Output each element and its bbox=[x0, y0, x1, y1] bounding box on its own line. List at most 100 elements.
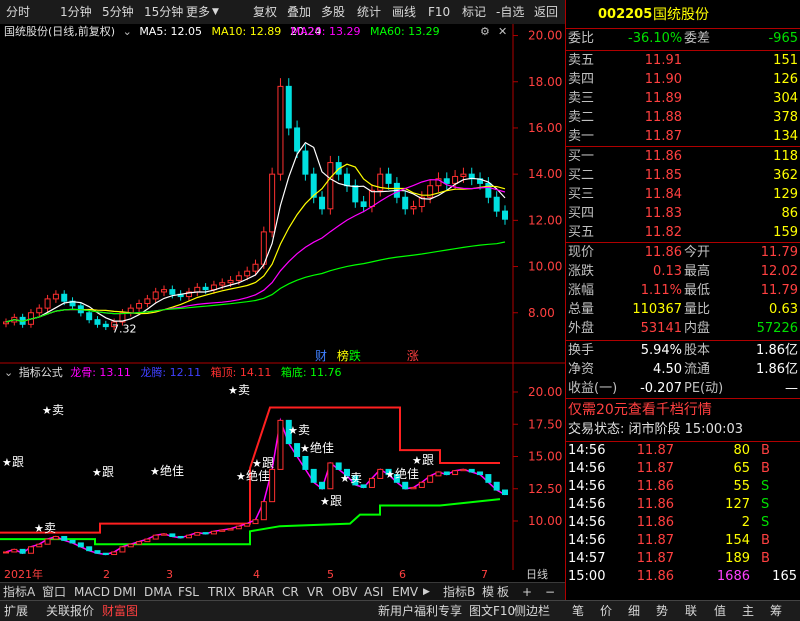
draw-line-button[interactable]: 画线 bbox=[392, 4, 416, 20]
buy-level-row[interactable]: 买二 11.85 362 bbox=[566, 166, 800, 186]
mark-up[interactable]: 涨 bbox=[407, 349, 419, 363]
template-button[interactable]: 模 bbox=[482, 584, 494, 600]
mark-finance[interactable]: 财 bbox=[315, 349, 327, 363]
panel-button[interactable]: 板 bbox=[497, 584, 509, 600]
indicator-candle bbox=[443, 471, 450, 476]
overlay-button[interactable]: 叠加 bbox=[287, 4, 311, 20]
tick-time: 14:56 bbox=[568, 443, 606, 458]
chevron-down-icon[interactable]: ⌄ bbox=[123, 25, 132, 38]
buy-level-row[interactable]: 买五 11.82 159 bbox=[566, 223, 800, 243]
indicator-candle bbox=[19, 548, 26, 554]
indicator-candle bbox=[219, 529, 226, 532]
add-favorite-button[interactable]: -自选 bbox=[496, 4, 524, 20]
tick-side: S bbox=[761, 497, 770, 512]
restore-rights-button[interactable]: 复权 bbox=[253, 4, 277, 20]
indicator-candle bbox=[468, 468, 475, 473]
tab-5min[interactable]: 5分钟 bbox=[102, 4, 134, 20]
tab-cr[interactable]: CR bbox=[282, 584, 299, 600]
sell-level-row[interactable]: 卖四 11.90 126 bbox=[566, 70, 800, 90]
tick-price: 11.86 bbox=[636, 497, 674, 512]
f10-button[interactable]: F10 bbox=[428, 4, 450, 20]
signal-label: 跟 bbox=[262, 456, 274, 470]
settings-icon[interactable]: ⚙ bbox=[480, 25, 490, 38]
tab-main[interactable]: 主 bbox=[742, 603, 754, 619]
tab-window[interactable]: 窗口 bbox=[42, 584, 66, 600]
tab-trend[interactable]: 势 bbox=[656, 603, 668, 619]
tab-indicator-a[interactable]: 指标A bbox=[3, 584, 35, 600]
candle-body bbox=[269, 173, 276, 233]
tab-indicator-b[interactable]: 指标B bbox=[443, 584, 475, 600]
tab-fsl[interactable]: FSL bbox=[178, 584, 199, 600]
buy-label: 买五 bbox=[568, 225, 595, 240]
y-tick-label: 8.00 bbox=[528, 306, 555, 320]
triangle-right-icon[interactable]: ▶ bbox=[423, 584, 430, 600]
indicator-candle bbox=[502, 489, 508, 496]
period-label[interactable]: 日线 bbox=[526, 568, 548, 582]
mark-down[interactable]: 跌 bbox=[349, 349, 361, 363]
related-quotes-button[interactable]: 关联报价 bbox=[46, 603, 94, 619]
indicator-candle bbox=[360, 484, 367, 488]
tab-detail[interactable]: 细 bbox=[628, 603, 640, 619]
indicator-candle bbox=[410, 486, 417, 490]
tab-brar[interactable]: BRAR bbox=[242, 584, 275, 600]
zoom-out-button[interactable]: − bbox=[545, 584, 555, 600]
statistics-button[interactable]: 统计 bbox=[357, 4, 381, 20]
indicator-title[interactable]: 指标公式 bbox=[19, 366, 63, 379]
close-icon[interactable]: ✕ bbox=[498, 25, 507, 38]
buy-level-row[interactable]: 买四 11.83 86 bbox=[566, 204, 800, 224]
sell-volume: 151 bbox=[773, 53, 798, 68]
tab-emv[interactable]: EMV bbox=[392, 584, 418, 600]
tab-value[interactable]: 值 bbox=[714, 603, 726, 619]
tab-dmi[interactable]: DMI bbox=[113, 584, 136, 600]
sell-level-row[interactable]: 卖一 11.87 134 bbox=[566, 127, 800, 147]
wealth-chart-button[interactable]: 财富图 bbox=[102, 603, 138, 619]
tab-asi[interactable]: ASI bbox=[364, 584, 383, 600]
indicator-candle bbox=[493, 481, 500, 491]
tab-timeshare[interactable]: 分时 bbox=[6, 4, 30, 20]
new-user-benefit-link[interactable]: 新用户福利专享 bbox=[378, 603, 462, 619]
stat-label: 总量 bbox=[568, 302, 595, 317]
tab-15min[interactable]: 15分钟 bbox=[144, 4, 183, 20]
tick-row: 14:56 11.86 127 S bbox=[566, 496, 800, 514]
sidebar-button[interactable]: 侧边栏 bbox=[514, 603, 550, 619]
sell-level-row[interactable]: 卖五 11.91 151 bbox=[566, 51, 800, 71]
candle-body bbox=[443, 178, 450, 184]
tab-1min[interactable]: 1分钟 bbox=[60, 4, 92, 20]
back-button[interactable]: 返回 bbox=[534, 4, 558, 20]
stat-value: 0.13 bbox=[653, 264, 682, 279]
buy-level-row[interactable]: 买三 11.84 129 bbox=[566, 185, 800, 205]
zoom-in-button[interactable]: + bbox=[522, 584, 532, 600]
candle-body bbox=[227, 279, 234, 284]
tab-link[interactable]: 联 bbox=[685, 603, 697, 619]
candle-body bbox=[244, 270, 251, 277]
mark-button[interactable]: 标记 bbox=[462, 4, 486, 20]
indicator-chart[interactable]: 20.0017.5015.0012.5010.00 卖★卖★卖★卖★卖★跟★跟★… bbox=[0, 364, 565, 570]
tab-dma[interactable]: DMA bbox=[144, 584, 172, 600]
tab-vr[interactable]: VR bbox=[307, 584, 324, 600]
mark-rank[interactable]: 榜 bbox=[337, 349, 349, 363]
expand-button[interactable]: 扩展 bbox=[4, 603, 28, 619]
y-tick-label: 16.00 bbox=[528, 121, 562, 135]
tick-volume: 127 bbox=[725, 497, 750, 512]
sell-label: 卖一 bbox=[568, 129, 595, 144]
tick-row: 14:56 11.86 55 S bbox=[566, 478, 800, 496]
tab-chips[interactable]: 筹 bbox=[770, 603, 782, 619]
candle-body bbox=[36, 307, 43, 314]
weicha-value: -965 bbox=[768, 31, 798, 46]
chevron-down-icon[interactable]: ⌄ bbox=[4, 366, 13, 379]
kline-chart[interactable]: 20.0018.0016.0014.0012.0010.008.00 20.24… bbox=[0, 24, 565, 364]
buy-level-row[interactable]: 买一 11.86 118 bbox=[566, 147, 800, 167]
sell-level-row[interactable]: 卖三 11.89 304 bbox=[566, 89, 800, 109]
multi-stock-button[interactable]: 多股 bbox=[321, 4, 345, 20]
tab-tick[interactable]: 笔 bbox=[572, 603, 584, 619]
triangle-down-icon[interactable]: ▼ bbox=[212, 4, 219, 20]
f10-graphic-button[interactable]: 图文F10 bbox=[469, 603, 515, 619]
more-button[interactable]: 更多 bbox=[186, 4, 210, 20]
candle-body bbox=[343, 173, 350, 187]
tab-macd[interactable]: MACD bbox=[74, 584, 110, 600]
tab-obv[interactable]: OBV bbox=[332, 584, 358, 600]
promo-banner[interactable]: 仅需20元查看千档行情 bbox=[566, 400, 800, 420]
tab-price[interactable]: 价 bbox=[600, 603, 612, 619]
tab-trix[interactable]: TRIX bbox=[208, 584, 235, 600]
sell-level-row[interactable]: 卖二 11.88 378 bbox=[566, 108, 800, 128]
